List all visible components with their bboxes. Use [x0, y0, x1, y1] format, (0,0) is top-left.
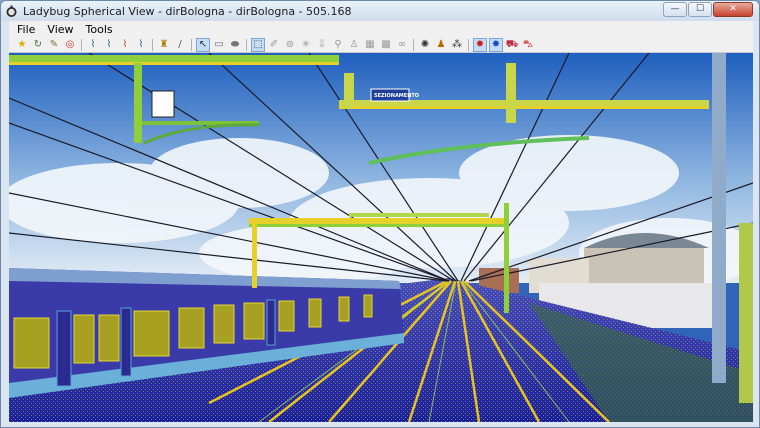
toolbar-separator: [152, 38, 153, 51]
rect-icon[interactable]: ▭: [212, 38, 226, 52]
pen-icon[interactable]: ✐: [267, 38, 281, 52]
title-bar[interactable]: Ladybug Spherical View - dirBologna - di…: [1, 1, 759, 21]
window-title: Ladybug Spherical View - dirBologna - di…: [23, 4, 352, 18]
select-icon[interactable]: ⬚: [251, 37, 265, 52]
toolbar-separator: [413, 38, 414, 51]
spherical-view-canvas[interactable]: SEZIONAMENTO: [9, 53, 753, 422]
menu-bar: File View Tools: [9, 21, 753, 37]
person-icon[interactable]: ♙: [347, 38, 361, 52]
ladybug-icon: [6, 5, 17, 17]
road-icon[interactable]: ⌇: [118, 38, 132, 52]
star-icon[interactable]: ★: [15, 38, 29, 52]
road-icon[interactable]: ⌇: [134, 38, 148, 52]
menu-file[interactable]: File: [17, 23, 35, 36]
asterisk-icon[interactable]: ✳: [299, 38, 313, 52]
minimize-button[interactable]: —: [663, 2, 687, 17]
sun-icon[interactable]: ✺: [418, 38, 432, 52]
link-icon[interactable]: ∞: [395, 38, 409, 52]
road-icon[interactable]: ⌇: [102, 38, 116, 52]
point-cloud-scene: SEZIONAMENTO: [9, 53, 753, 422]
red-star-icon[interactable]: ✸: [473, 37, 487, 52]
target-icon[interactable]: ⊚: [283, 38, 297, 52]
blue-star-icon[interactable]: ✸: [489, 37, 503, 52]
cursor-icon[interactable]: ↖: [196, 37, 210, 52]
toolbar: ★ ↻ ✎ ◎ ⌇ ⌇ ⌇ ⌇ ♜ ∕ ↖ ▭ ⬬ ⬚ ✐ ⊚ ✳ ⇩ ⚲ ♙ …: [9, 37, 753, 53]
toolbar-separator: [246, 38, 247, 51]
menu-view[interactable]: View: [47, 23, 73, 36]
cart-icon[interactable]: ⛟: [505, 38, 519, 52]
window-controls: — ☐ ✕: [663, 2, 753, 17]
pencil-icon[interactable]: ✎: [47, 38, 61, 52]
figure-icon[interactable]: ♜: [157, 38, 171, 52]
car-icon[interactable]: ⛍: [521, 38, 535, 52]
grid-icon[interactable]: ▩: [379, 38, 393, 52]
road-icon[interactable]: ⌇: [86, 38, 100, 52]
grid-icon[interactable]: ▦: [363, 38, 377, 52]
close-button[interactable]: ✕: [713, 2, 753, 17]
toolbar-separator: [191, 38, 192, 51]
maximize-button[interactable]: ☐: [688, 2, 712, 17]
people-icon[interactable]: ♟: [434, 38, 448, 52]
menu-tools[interactable]: Tools: [86, 23, 113, 36]
footprint-icon[interactable]: ⁂: [450, 38, 464, 52]
circle-icon[interactable]: ◎: [63, 38, 77, 52]
app-window: Ladybug Spherical View - dirBologna - di…: [0, 0, 760, 428]
refresh-icon[interactable]: ↻: [31, 38, 45, 52]
sign-label: SEZIONAMENTO: [374, 93, 419, 99]
eraser-icon[interactable]: ⬬: [228, 38, 242, 52]
arrow-down-icon[interactable]: ⇩: [315, 38, 329, 52]
toolbar-separator: [468, 38, 469, 51]
pin-icon[interactable]: ⚲: [331, 38, 345, 52]
line-icon[interactable]: ∕: [173, 38, 187, 52]
toolbar-separator: [81, 38, 82, 51]
